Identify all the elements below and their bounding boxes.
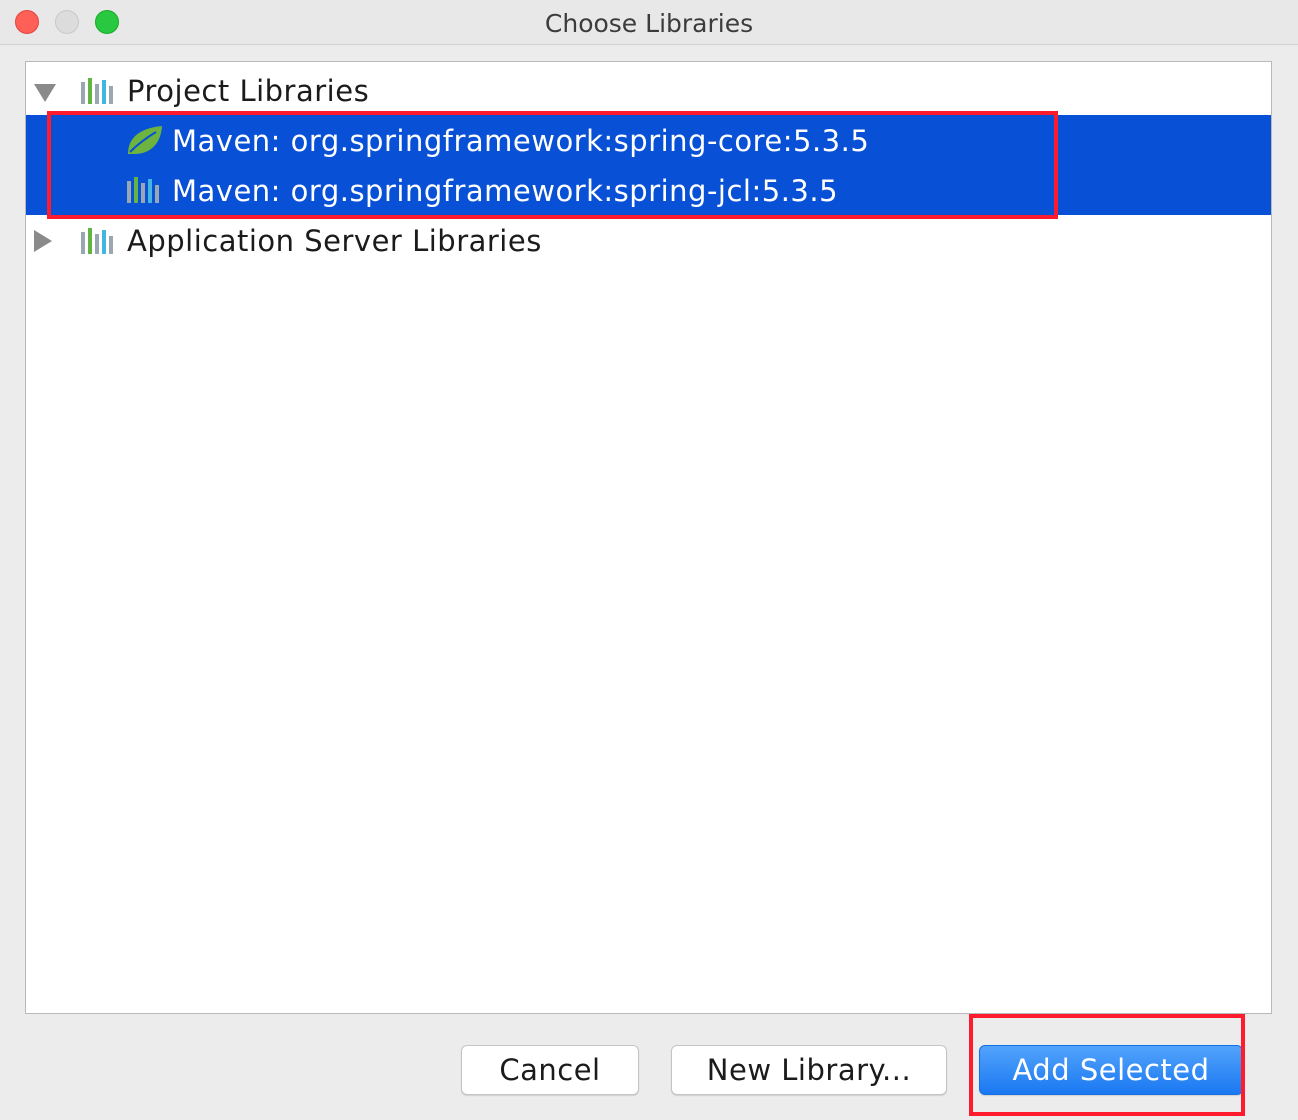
tree-node-project-libraries[interactable]: Project Libraries bbox=[26, 65, 1271, 115]
new-library-button[interactable]: New Library... bbox=[671, 1045, 947, 1095]
window-title: Choose Libraries bbox=[544, 9, 754, 38]
cancel-button[interactable]: Cancel bbox=[461, 1045, 639, 1095]
tree-node-label: Project Libraries bbox=[127, 74, 370, 108]
tree-node-label: Maven: org.springframework:spring-core:5… bbox=[172, 124, 870, 158]
expand-arrow-icon[interactable] bbox=[34, 84, 56, 102]
title-bar: Choose Libraries bbox=[0, 0, 1298, 45]
library-icon bbox=[127, 177, 159, 203]
choose-libraries-dialog: Choose Libraries Project Libraries Maven… bbox=[0, 0, 1298, 1120]
expand-arrow-icon[interactable] bbox=[34, 230, 52, 252]
library-icon bbox=[81, 78, 113, 104]
tree-node-label: Maven: org.springframework:spring-jcl:5.… bbox=[172, 174, 839, 208]
tree-node-label: Application Server Libraries bbox=[127, 224, 542, 258]
tree-node-spring-jcl[interactable]: Maven: org.springframework:spring-jcl:5.… bbox=[26, 165, 1271, 215]
tree-node-application-server-libraries[interactable]: Application Server Libraries bbox=[26, 215, 1271, 265]
tree-node-spring-core[interactable]: Maven: org.springframework:spring-core:5… bbox=[26, 115, 1271, 165]
add-selected-button[interactable]: Add Selected bbox=[979, 1045, 1243, 1095]
library-icon bbox=[81, 228, 113, 254]
library-tree[interactable]: Project Libraries Maven: org.springframe… bbox=[25, 61, 1272, 1014]
spring-leaf-icon bbox=[128, 126, 162, 154]
